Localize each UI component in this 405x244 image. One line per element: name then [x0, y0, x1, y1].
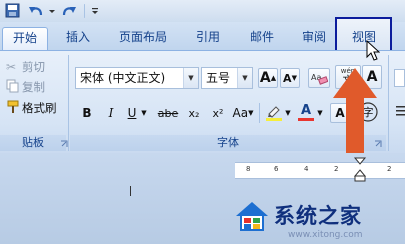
cut-label: 剪切: [22, 60, 45, 74]
shrink-font-icon: A: [283, 71, 292, 85]
underline-dropdown[interactable]: ▼: [140, 103, 148, 123]
clipboard-group-label: 贴板: [0, 135, 66, 151]
font-color-bar: [298, 118, 314, 121]
up-arrow-annotation-icon: [333, 68, 377, 154]
italic-button[interactable]: I: [102, 103, 120, 123]
horizontal-ruler[interactable]: 8 6 4 2 2: [235, 157, 405, 182]
text-highlight-button[interactable]: [264, 101, 284, 123]
tab-references[interactable]: 引用: [188, 27, 228, 49]
watermark-text: 系统之家: [274, 204, 362, 228]
change-case-icon: Aa: [232, 106, 249, 120]
watermark-url: www.xitong.com: [288, 230, 363, 240]
font-color-dropdown[interactable]: ▼: [316, 103, 324, 123]
tab-mailings[interactable]: 邮件: [242, 27, 282, 49]
watermark-logo: 系统之家 www.xitong.com: [224, 194, 405, 244]
house-logo-icon: [236, 202, 268, 231]
row-separator: [259, 103, 260, 123]
format-painter-icon: [6, 100, 22, 117]
toolbar-separator: [84, 4, 85, 18]
ruler-tick: 4: [304, 165, 309, 173]
strikethrough-button[interactable]: abe: [156, 103, 180, 123]
font-size-combo[interactable]: 五号 ▼: [201, 67, 253, 89]
ruler-tick: 2: [387, 165, 392, 173]
undo-icon: [29, 7, 43, 16]
redo-icon: [62, 7, 76, 16]
format-painter-button[interactable]: 格式刷: [6, 100, 68, 116]
chevron-down-icon: ▼: [317, 109, 323, 117]
clear-formatting-button[interactable]: Aa: [308, 68, 330, 88]
highlight-color-bar: [266, 117, 282, 121]
group-separator: [388, 55, 389, 151]
bold-icon: B: [82, 106, 92, 120]
font-group-label-text: 字体: [217, 136, 239, 149]
italic-icon: I: [108, 106, 114, 120]
ruler-indicator: [130, 186, 131, 196]
ruler-tick: 2: [334, 165, 339, 173]
font-name-combo[interactable]: 宋体 (中文正文) ▼: [75, 67, 199, 89]
ruler-tick: 6: [274, 165, 279, 173]
strikethrough-icon: abe: [157, 106, 179, 120]
undo-button[interactable]: [27, 2, 47, 19]
chevron-down-icon: ▼: [285, 109, 291, 117]
chevron-down-icon[interactable]: ▼: [183, 68, 198, 88]
superscript-icon: x²: [212, 106, 224, 120]
paragraph-align-partial[interactable]: [394, 103, 405, 121]
font-color-button[interactable]: A: [296, 101, 316, 123]
paragraph-button-partial[interactable]: [394, 69, 405, 87]
align-icon: [396, 106, 405, 116]
copy-label: 复制: [22, 80, 45, 94]
redo-button[interactable]: [60, 2, 78, 19]
font-name-value: 宋体 (中文正文): [80, 71, 166, 85]
font-size-value: 五号: [206, 71, 231, 85]
cut-button[interactable]: ✂ 剪切: [6, 59, 66, 75]
chevron-down-icon: [49, 10, 55, 13]
underline-icon: U: [127, 106, 137, 120]
customize-toolbar-button[interactable]: [90, 2, 100, 19]
underline-button[interactable]: U: [124, 103, 140, 123]
group-separator: [68, 55, 69, 151]
scissors-icon: ✂: [6, 60, 17, 74]
ruler-tick: 8: [246, 165, 251, 173]
clipboard-group-label-text: 贴板: [22, 136, 44, 149]
subscript-icon: x₂: [188, 106, 200, 120]
format-painter-label: 格式刷: [22, 101, 57, 115]
clipboard-dialog-launcher[interactable]: [60, 138, 68, 147]
tab-home[interactable]: 开始: [2, 27, 48, 50]
indent-marker-icon[interactable]: [353, 157, 367, 183]
copy-icon: [6, 79, 22, 96]
shrink-font-button[interactable]: A ▼: [280, 68, 300, 88]
superscript-button[interactable]: x²: [208, 103, 228, 123]
tab-page-layout[interactable]: 页面布局: [112, 27, 174, 49]
chevron-down-icon[interactable]: ▼: [237, 68, 252, 88]
clear-formatting-icon: Aa: [311, 73, 328, 85]
dialog-launcher-icon: [61, 140, 68, 147]
change-case-button[interactable]: Aa ▼: [232, 103, 254, 123]
mouse-cursor-icon: [366, 40, 380, 61]
undo-dropdown[interactable]: [48, 2, 56, 19]
tab-insert[interactable]: 插入: [58, 27, 98, 49]
grow-font-icon: A: [259, 70, 271, 86]
chevron-down-icon: ▼: [141, 109, 147, 117]
font-color-icon: A: [300, 103, 312, 118]
customize-dropdown-icon: [92, 8, 98, 14]
copy-button[interactable]: 复制: [6, 79, 66, 95]
save-icon: [5, 3, 20, 18]
grow-font-button[interactable]: A ▲: [258, 68, 278, 88]
bold-button[interactable]: B: [78, 103, 96, 123]
tab-review[interactable]: 审阅: [294, 27, 334, 49]
save-button[interactable]: [4, 2, 22, 19]
highlighter-icon: [268, 105, 280, 118]
highlight-dropdown[interactable]: ▼: [284, 103, 292, 123]
subscript-button[interactable]: x₂: [184, 103, 204, 123]
